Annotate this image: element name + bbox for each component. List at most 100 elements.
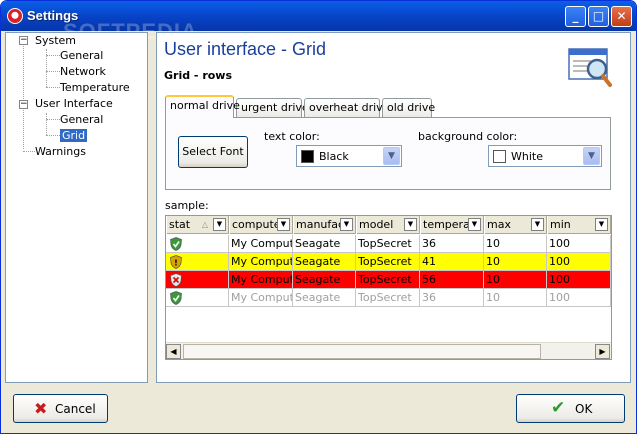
settings-window: Settings SOFTPEDIA _ □ ✕ − System Genera…	[0, 0, 637, 434]
column-filter-dropdown-icon[interactable]: ▼	[340, 218, 353, 231]
column-label: max	[487, 218, 511, 231]
tree-line	[46, 135, 60, 136]
tree-item-label: Grid	[60, 129, 88, 142]
sample-label: sample:	[165, 199, 209, 212]
status-cell: !	[166, 253, 229, 271]
column-filter-dropdown-icon[interactable]: ▼	[468, 218, 481, 231]
shield-warning-icon: !	[170, 255, 182, 269]
color-swatch	[493, 150, 506, 163]
chevron-down-icon[interactable]: ▼	[583, 147, 600, 165]
table-row[interactable]: My ComputeSeagateTopSecret3610100	[166, 235, 611, 253]
manufacturer-column-header[interactable]: manufac ▼	[293, 216, 356, 234]
tree-item-ui-general[interactable]: General	[60, 112, 103, 128]
collapse-user-interface-icon[interactable]: −	[19, 100, 28, 109]
sample-grid[interactable]: stat △ ▼ compute ▼ manufac ▼ model ▼ temperat ▼ max…	[165, 215, 612, 360]
color-swatch	[301, 150, 314, 163]
collapse-system-icon[interactable]: −	[19, 36, 28, 45]
tab-overheat-drive[interactable]: overheat drive	[304, 98, 389, 117]
close-button[interactable]: ✕	[611, 6, 632, 27]
minimize-button[interactable]: _	[565, 6, 586, 27]
app-icon	[7, 8, 23, 24]
maximize-button[interactable]: □	[588, 6, 609, 27]
window-magnifier-icon	[568, 48, 612, 87]
status-cell	[166, 235, 229, 253]
tree-item-warnings[interactable]: Warnings	[35, 144, 86, 160]
ok-button[interactable]: ✔ OK	[516, 394, 625, 423]
model-column-header[interactable]: model ▼	[356, 216, 420, 234]
tab-urgent-drive[interactable]: urgent drive	[236, 98, 309, 117]
tree-item-system-general[interactable]: General	[60, 48, 103, 64]
tree-line	[23, 151, 35, 152]
table-row[interactable]: My ComputeSeagateTopSecret3610100	[166, 289, 611, 307]
table-cell: TopSecret	[356, 235, 420, 253]
tree-item-label: User Interface	[35, 97, 113, 110]
max-column-header[interactable]: max ▼	[484, 216, 547, 234]
close-icon: ✕	[616, 9, 627, 23]
tree-item-grid[interactable]: Grid	[60, 128, 88, 144]
table-row[interactable]: ! My ComputeSeagateTopSecret4110100	[166, 253, 611, 271]
column-filter-dropdown-icon[interactable]: ▼	[531, 218, 544, 231]
column-filter-dropdown-icon[interactable]: ▼	[213, 218, 226, 231]
table-cell: 10	[484, 253, 547, 271]
status-cell	[166, 289, 229, 307]
shield-critical-icon	[170, 273, 182, 287]
shield-ok-icon	[170, 291, 182, 305]
scroll-left-icon[interactable]: ◀	[166, 344, 181, 359]
tree-line	[46, 71, 60, 72]
tree-item-network[interactable]: Network	[60, 64, 106, 80]
column-label: min	[550, 218, 571, 231]
text-color-select[interactable]: Black ▼	[296, 145, 402, 167]
minimize-icon: _	[572, 9, 579, 23]
stat-column-header[interactable]: stat △ ▼	[166, 216, 229, 234]
scroll-thumb[interactable]	[183, 344, 541, 359]
table-cell: 36	[420, 235, 484, 253]
table-cell: My Compute	[229, 235, 293, 253]
background-color-select[interactable]: White ▼	[488, 145, 602, 167]
table-cell: TopSecret	[356, 253, 420, 271]
svg-text:!: !	[174, 259, 178, 268]
tab-normal-drive[interactable]: normal drive	[165, 95, 240, 118]
min-column-header[interactable]: min ▼	[547, 216, 611, 234]
scroll-right-icon[interactable]: ▶	[595, 344, 610, 359]
status-cell	[166, 271, 229, 289]
table-cell: 41	[420, 253, 484, 271]
grid-header: stat △ ▼ compute ▼ manufac ▼ model ▼ temperat ▼ max…	[166, 216, 611, 234]
tree-item-system[interactable]: System	[35, 33, 76, 49]
column-filter-dropdown-icon[interactable]: ▼	[404, 218, 417, 231]
column-label: stat	[169, 218, 191, 231]
table-row[interactable]: My ComputeSeagateTopSecret5610100	[166, 271, 611, 289]
maximize-icon: □	[592, 9, 605, 23]
tree-item-user-interface[interactable]: User Interface	[35, 96, 113, 112]
select-font-button[interactable]: Select Font	[178, 136, 248, 168]
horizontal-scrollbar[interactable]: ◀ ▶	[166, 342, 611, 359]
table-cell: 10	[484, 289, 547, 307]
chevron-down-icon[interactable]: ▼	[383, 147, 400, 165]
column-filter-dropdown-icon[interactable]: ▼	[277, 218, 290, 231]
tree-line	[46, 55, 60, 56]
tree-line	[23, 46, 24, 149]
tree-item-label: General	[60, 113, 104, 126]
column-filter-dropdown-icon[interactable]: ▼	[595, 218, 608, 231]
tab-panel-normal-drive: Select Font text color: Black ▼ backgrou…	[165, 117, 611, 190]
table-cell: 100	[547, 271, 611, 289]
tree-item-label: Warnings	[35, 145, 86, 158]
table-cell: 36	[420, 289, 484, 307]
table-cell: My Compute	[229, 253, 293, 271]
title-bar[interactable]: Settings SOFTPEDIA _ □ ✕	[1, 1, 636, 44]
cancel-x-icon: ✖	[34, 399, 48, 418]
temperature-column-header[interactable]: temperat ▼	[420, 216, 484, 234]
sort-ascending-icon: △	[201, 220, 208, 229]
column-label: compute	[232, 218, 281, 231]
text-color-value: Black	[319, 150, 349, 163]
table-cell: 100	[547, 253, 611, 271]
table-cell: 100	[547, 289, 611, 307]
computer-column-header[interactable]: compute ▼	[229, 216, 293, 234]
tree-item-temperature[interactable]: Temperature	[60, 80, 130, 96]
checkmark-icon: ✔	[551, 398, 566, 418]
tab-old-drive[interactable]: old drive	[382, 98, 435, 117]
tree-item-label: System	[35, 34, 77, 47]
settings-tree[interactable]: − System General Network Temperature − U…	[5, 32, 148, 383]
table-cell: 100	[547, 235, 611, 253]
cancel-button[interactable]: ✖ Cancel	[13, 394, 108, 423]
tree-line	[46, 113, 47, 135]
